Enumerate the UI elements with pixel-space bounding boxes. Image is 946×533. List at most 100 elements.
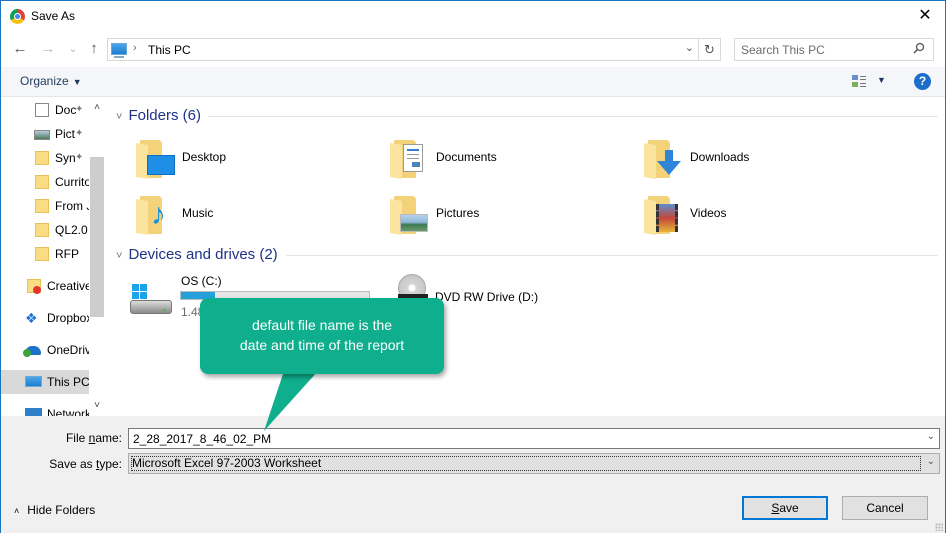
sidebar-item-ql2[interactable]: QL2.0 bbox=[1, 218, 89, 242]
annotation-line-1: default file name is the bbox=[251, 317, 393, 333]
hide-folders-button[interactable]: ˄ Hide Folders bbox=[14, 503, 95, 517]
hide-folders-label: Hide Folders bbox=[27, 503, 96, 517]
folder-label: Music bbox=[182, 206, 214, 220]
sidebar-item-currito[interactable]: Currito bbox=[1, 170, 89, 194]
chevron-down-icon[interactable]: ⌄ bbox=[927, 456, 935, 467]
file-name-field: ⌄ bbox=[128, 428, 940, 449]
callout-pointer bbox=[264, 371, 318, 431]
pictures-icon bbox=[34, 130, 50, 140]
save-as-type-label: Save as type: bbox=[49, 457, 122, 471]
folder-icon bbox=[35, 247, 49, 261]
folder-music[interactable]: ♪ Music bbox=[136, 194, 376, 238]
sidebar-item-label: From J bbox=[55, 199, 89, 213]
chevron-up-icon: ˄ bbox=[14, 506, 20, 516]
sidebar-item-pictures[interactable]: Pict ✦ bbox=[1, 122, 89, 146]
file-name-input[interactable] bbox=[129, 429, 919, 448]
search-input[interactable] bbox=[735, 39, 905, 60]
folder-pictures[interactable]: Pictures bbox=[390, 194, 630, 238]
devices-group-title: Devices and drives (2) bbox=[128, 246, 278, 263]
sidebar-item-rfp[interactable]: RFP bbox=[1, 242, 89, 266]
folder-desktop[interactable]: Desktop bbox=[136, 138, 376, 182]
hard-drive-icon bbox=[128, 282, 174, 318]
sidebar-item-label: Syn bbox=[55, 151, 76, 165]
folder-icon bbox=[35, 199, 49, 213]
recent-locations-button[interactable]: ⌄ bbox=[64, 39, 82, 59]
scroll-up-button[interactable]: ˄ bbox=[89, 100, 105, 116]
up-button[interactable]: ↑ bbox=[85, 39, 103, 59]
address-dropdown-icon[interactable]: ⌄ bbox=[685, 41, 694, 54]
sidebar-item-label: RFP bbox=[55, 247, 79, 261]
search-box bbox=[734, 38, 934, 61]
videos-icon bbox=[644, 194, 678, 236]
save-as-type-select[interactable]: Microsoft Excel 97-2003 Worksheet ⌄ bbox=[128, 453, 940, 474]
folder-label: Downloads bbox=[690, 150, 750, 164]
pin-icon: ✦ bbox=[75, 104, 84, 115]
command-bar: Organize ▼ ▼ ? bbox=[1, 67, 945, 97]
drive-label: DVD RW Drive (D:) bbox=[435, 290, 539, 304]
resize-grip[interactable] bbox=[935, 523, 943, 531]
folders-group-title: Folders (6) bbox=[128, 107, 201, 124]
drive-label: OS (C:) bbox=[181, 274, 222, 288]
folder-documents[interactable]: Documents bbox=[390, 138, 630, 182]
file-name-dropdown-icon[interactable]: ⌄ bbox=[927, 431, 935, 442]
cancel-button[interactable]: Cancel bbox=[842, 496, 928, 520]
file-name-label: File name: bbox=[65, 431, 122, 445]
save-as-dialog: Save As ✕ ← → ⌄ ↑ › This PC ⌄ ↻ Organize… bbox=[0, 0, 946, 533]
sidebar-item-dropbox[interactable]: ❖ Dropbox bbox=[1, 306, 89, 330]
change-view-icon[interactable] bbox=[852, 75, 866, 88]
pin-icon: ✦ bbox=[75, 152, 84, 163]
pictures-icon bbox=[390, 194, 428, 236]
chevron-down-icon: ˅ bbox=[116, 250, 123, 262]
group-divider bbox=[208, 116, 938, 117]
forward-button[interactable]: → bbox=[39, 39, 57, 59]
close-button[interactable]: ✕ bbox=[905, 1, 945, 31]
folder-downloads[interactable]: Downloads bbox=[644, 138, 884, 182]
sidebar-item-documents[interactable]: Doc ✦ bbox=[1, 98, 89, 122]
sidebar-item-label: Pict bbox=[55, 127, 76, 141]
view-options-dropdown[interactable]: ▼ bbox=[877, 75, 886, 85]
save-button[interactable]: Save bbox=[742, 496, 828, 520]
breadcrumb-separator[interactable]: › bbox=[133, 42, 137, 54]
documents-icon bbox=[390, 138, 424, 180]
organize-button[interactable]: Organize ▼ bbox=[20, 74, 82, 88]
sidebar-item-network[interactable]: Network bbox=[1, 402, 89, 416]
this-pc-icon bbox=[111, 43, 127, 58]
folders-group-header[interactable]: ˅ Folders (6) bbox=[116, 107, 201, 124]
sidebar-item-from-j[interactable]: From J bbox=[1, 194, 89, 218]
downloads-icon bbox=[644, 138, 681, 180]
music-icon: ♪ bbox=[136, 194, 170, 236]
scroll-down-button[interactable]: ˅ bbox=[89, 398, 105, 414]
folder-icon bbox=[35, 223, 49, 237]
sidebar-item-onedrive[interactable]: OneDrive bbox=[1, 338, 89, 362]
sidebar-scrollbar[interactable]: ˄ ˅ bbox=[89, 98, 105, 416]
sidebar-item-label: Creative bbox=[47, 279, 89, 293]
navigation-pane: Doc ✦ Pict ✦ Syn ✦ Currito From J QL2.0 … bbox=[1, 98, 105, 416]
refresh-button[interactable]: ↻ bbox=[698, 39, 720, 60]
breadcrumb-this-pc[interactable]: This PC bbox=[148, 43, 191, 57]
sidebar-item-syn[interactable]: Syn ✦ bbox=[1, 146, 89, 170]
search-icon[interactable] bbox=[913, 42, 925, 57]
sidebar-item-label: This PC bbox=[47, 375, 89, 389]
devices-group-header[interactable]: ˅ Devices and drives (2) bbox=[116, 246, 278, 263]
desktop-icon bbox=[136, 138, 175, 180]
chevron-down-icon: ▼ bbox=[72, 77, 82, 87]
folder-icon bbox=[35, 175, 49, 189]
sidebar-item-label: Network bbox=[47, 407, 89, 416]
navigation-bar: ← → ⌄ ↑ › This PC ⌄ ↻ bbox=[1, 34, 945, 64]
folder-videos[interactable]: Videos bbox=[644, 194, 884, 238]
folder-label: Desktop bbox=[182, 150, 227, 164]
help-button[interactable]: ? bbox=[914, 73, 931, 90]
annotation-line-2: date and time of the report bbox=[239, 337, 405, 353]
this-pc-icon bbox=[25, 376, 42, 387]
onedrive-icon bbox=[23, 346, 41, 357]
chrome-icon bbox=[10, 9, 25, 24]
scroll-thumb[interactable] bbox=[90, 157, 104, 317]
pin-icon: ✦ bbox=[75, 128, 84, 139]
dropbox-icon: ❖ bbox=[25, 310, 38, 326]
sidebar-item-this-pc[interactable]: This PC bbox=[1, 370, 89, 394]
address-bar[interactable]: › This PC ⌄ ↻ bbox=[107, 38, 721, 61]
back-button[interactable]: ← bbox=[11, 39, 29, 59]
save-options-panel: File name: ⌄ Save as type: Microsoft Exc… bbox=[1, 416, 945, 533]
sidebar-item-creative-cloud[interactable]: Creative bbox=[1, 274, 89, 298]
documents-icon bbox=[35, 103, 49, 117]
